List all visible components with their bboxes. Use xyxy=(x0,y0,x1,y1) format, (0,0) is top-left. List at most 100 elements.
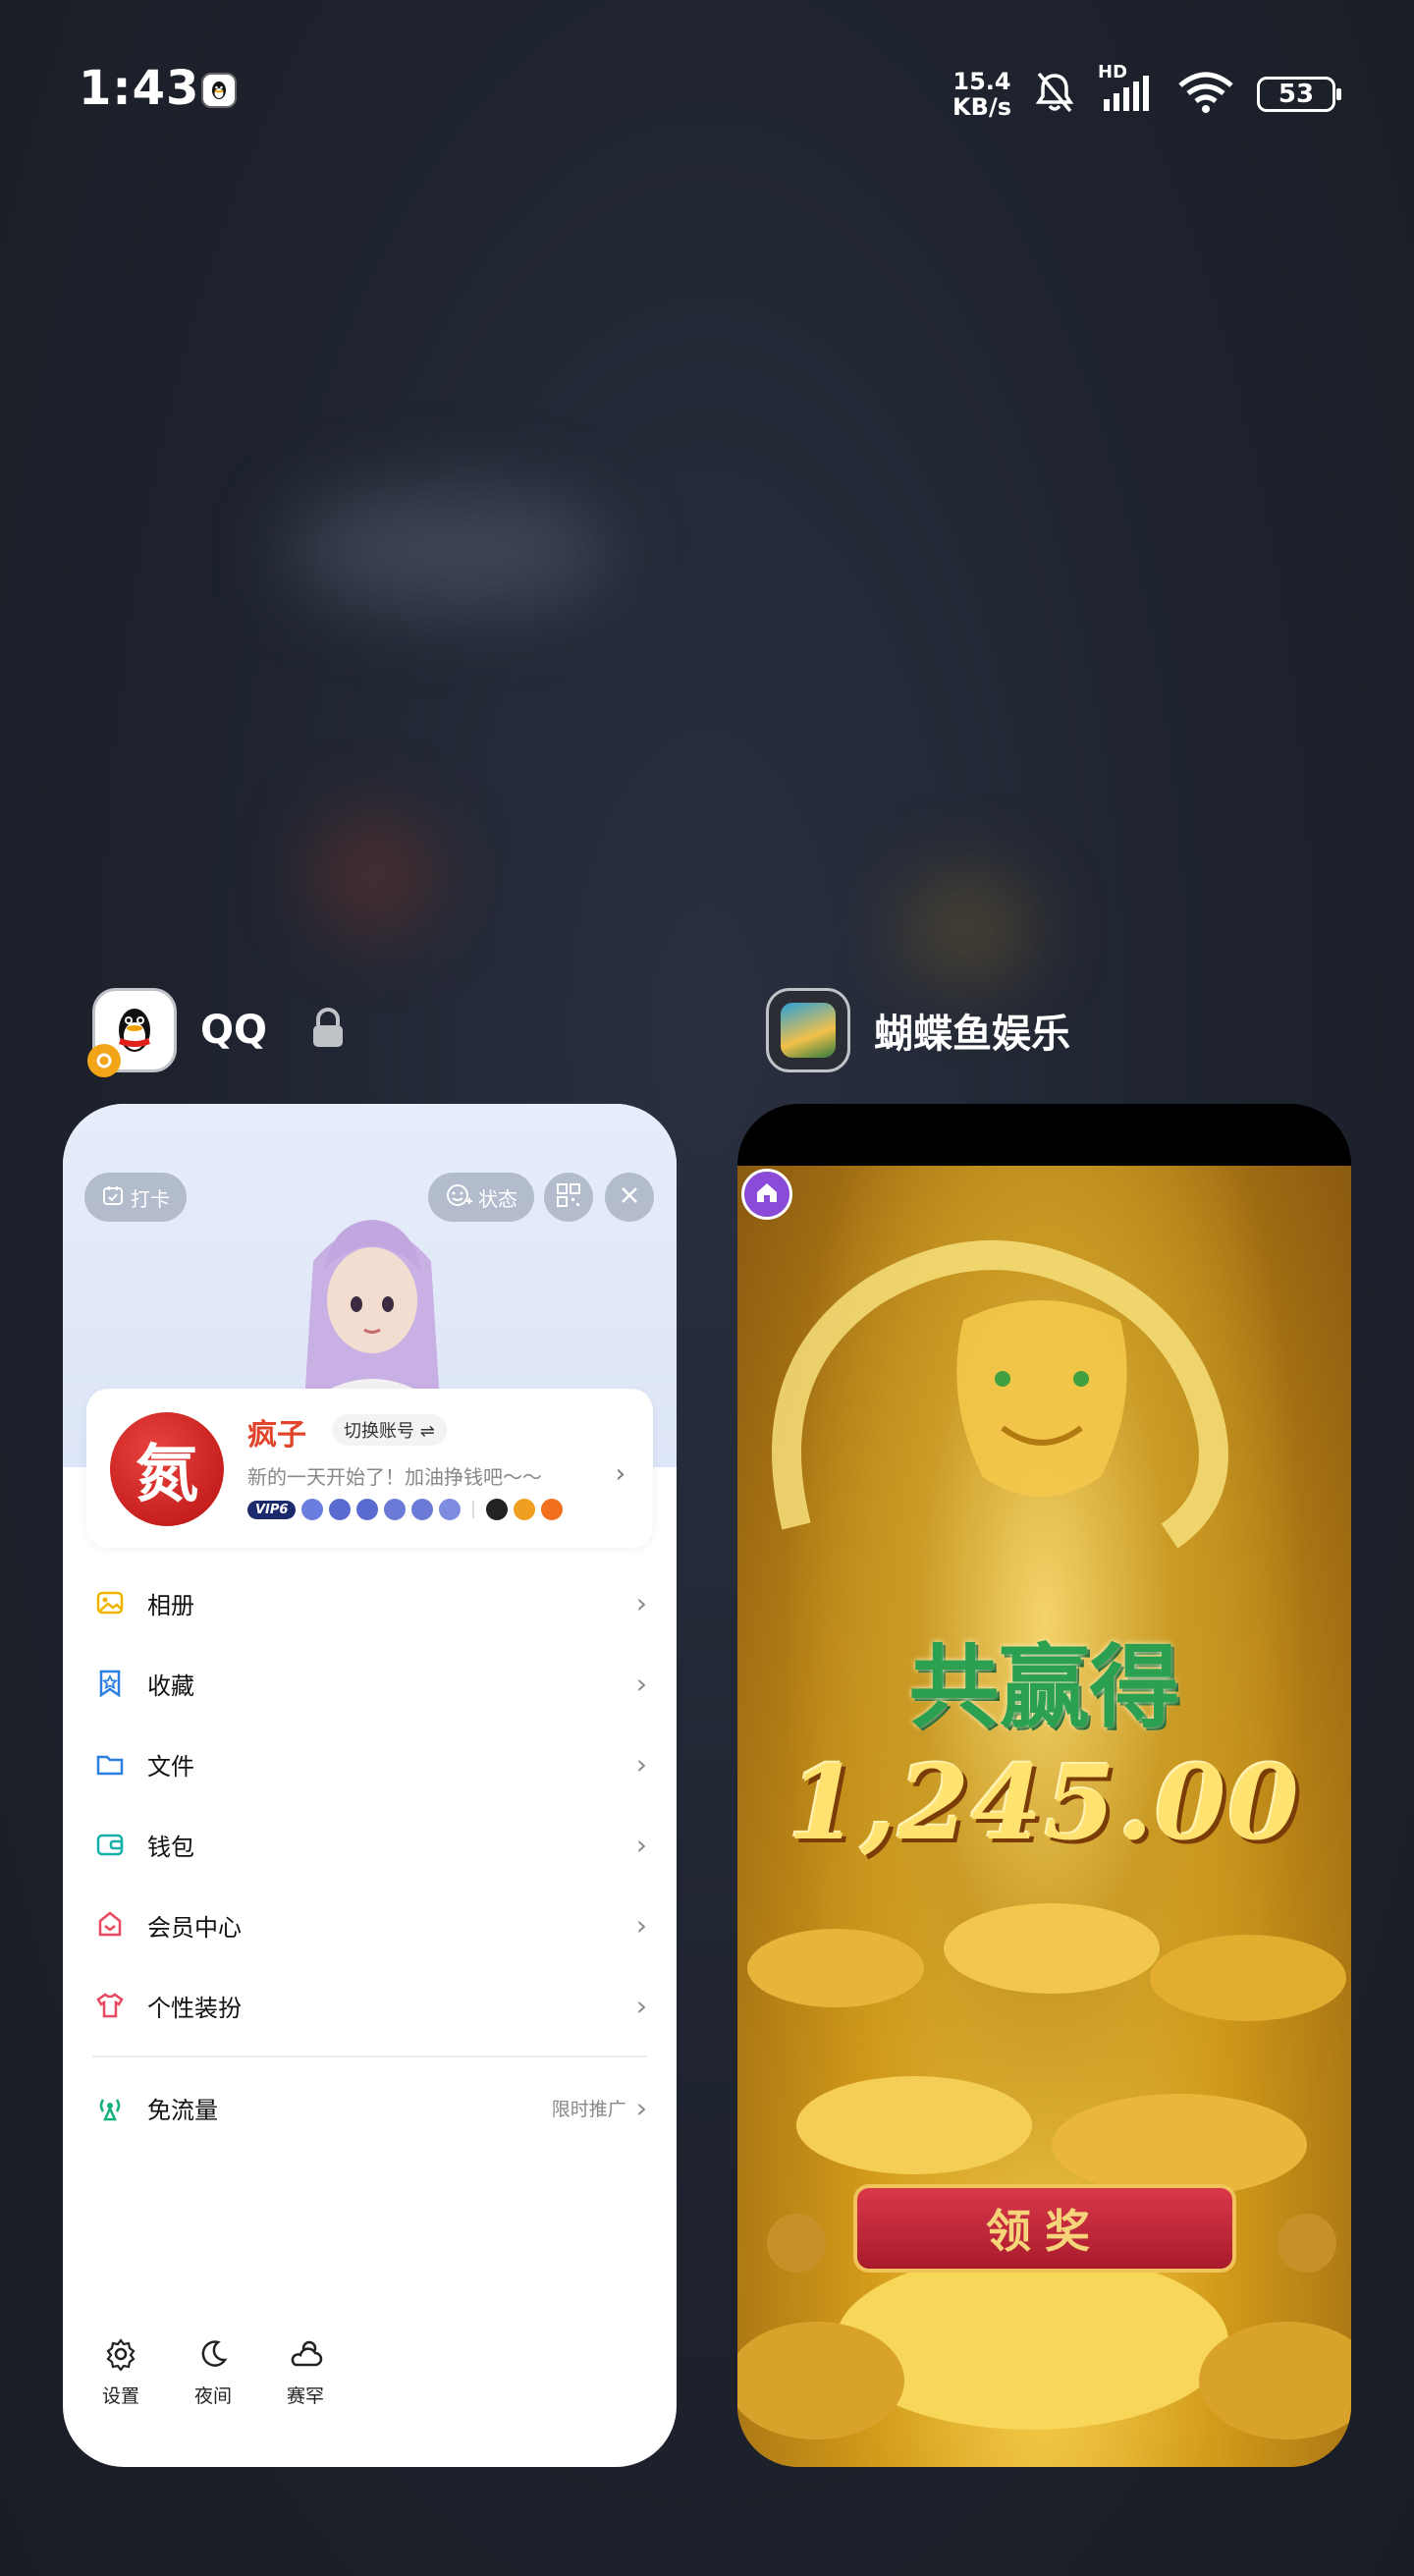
sun-badge-icon xyxy=(329,1499,352,1520)
chevron-right-icon: › xyxy=(635,2091,647,2124)
qr-code-button[interactable] xyxy=(544,1173,593,1222)
app-header-qq[interactable]: QQ xyxy=(87,988,348,1077)
gold-treasure-illustration xyxy=(737,1903,1351,2439)
network-type-label: HD xyxy=(1098,62,1128,82)
chevron-right-icon: › xyxy=(635,1586,647,1619)
bottom-toolbar: 设置 夜间 赛罕 xyxy=(102,2337,324,2408)
win-amount: 1,245.00 xyxy=(788,1742,1301,1863)
menu-item-label: 会员中心 xyxy=(147,1913,242,1942)
home-icon xyxy=(753,1178,781,1210)
moon-badge-icon xyxy=(411,1499,434,1520)
claim-reward-button[interactable]: 领奖 xyxy=(853,2184,1236,2273)
weather-button[interactable]: 赛罕 xyxy=(287,2337,324,2408)
status-bar: 1:43 15.4 KB/s HD 53 xyxy=(0,0,1414,177)
bell-muted-icon xyxy=(1033,70,1076,119)
menu-item-files[interactable]: 文件 › xyxy=(63,1724,677,1804)
avatar[interactable]: 氮 xyxy=(110,1412,224,1526)
weather-icon xyxy=(288,2337,323,2376)
switch-account-button[interactable]: 切换账号 ⇌ xyxy=(332,1414,447,1446)
checkin-label: 打卡 xyxy=(131,1186,170,1211)
status-icons: 15.4 KB/s HD 53 xyxy=(952,62,1341,124)
weather-label: 赛罕 xyxy=(287,2385,325,2407)
chevron-right-icon[interactable]: › xyxy=(616,1459,625,1489)
menu-item-album[interactable]: 相册 › xyxy=(63,1562,677,1643)
menu-item-label: 相册 xyxy=(147,1591,194,1619)
vip-center-icon xyxy=(92,1907,128,1943)
flame-badge-icon xyxy=(541,1499,564,1520)
star-badge-icon xyxy=(439,1499,462,1520)
qq-app-card[interactable]: 打卡 状态 氮 疯子 切换账号 ⇌ 新的一天开始了！加油挣钱吧～～ › VIP6 xyxy=(63,1104,677,2467)
moon-icon xyxy=(196,2337,230,2376)
background-blur-light xyxy=(285,491,609,609)
chevron-right-icon: › xyxy=(635,1667,647,1700)
moon-badge-icon xyxy=(384,1499,407,1520)
app-badge-icon xyxy=(87,1044,121,1077)
badge-divider xyxy=(472,1501,475,1518)
app-name-qq: QQ xyxy=(200,1008,268,1053)
lock-icon[interactable] xyxy=(308,1006,348,1055)
home-button[interactable] xyxy=(741,1169,792,1220)
game-app-icon[interactable] xyxy=(766,988,850,1072)
folder-icon xyxy=(92,1746,128,1781)
menu-item-vip-center[interactable]: 会员中心 › xyxy=(63,1885,677,1965)
battery-indicator: 53 xyxy=(1257,77,1341,112)
signal-icon: HD xyxy=(1098,62,1155,119)
vip-badge: VIP6 xyxy=(247,1500,297,1519)
shirt-icon xyxy=(92,1988,128,2023)
checkin-button[interactable]: 打卡 xyxy=(84,1173,187,1222)
background-blur-yellow xyxy=(903,874,1031,982)
app-name-game: 蝴蝶鱼娱乐 xyxy=(874,1012,1070,1057)
win-title: 共赢得 xyxy=(908,1634,1180,1740)
network-speed-unit: KB/s xyxy=(952,93,1011,121)
profile-card[interactable]: 氮 疯子 切换账号 ⇌ 新的一天开始了！加油挣钱吧～～ › VIP6 xyxy=(86,1389,653,1548)
crown-badge-icon xyxy=(301,1499,324,1520)
qr-code-icon xyxy=(556,1182,581,1213)
profile-name: 疯子 xyxy=(247,1418,306,1452)
network-speed-value: 15.4 xyxy=(952,68,1011,95)
app-header-game[interactable]: 蝴蝶鱼娱乐 xyxy=(766,988,1070,1072)
game-app-card[interactable]: 共赢得 1,245.00 领奖 xyxy=(737,1104,1351,2467)
menu-item-personalize[interactable]: 个性装扮 › xyxy=(63,1965,677,2046)
chevron-right-icon: › xyxy=(635,1828,647,1861)
promo-label: 限时推广 xyxy=(551,2098,626,2120)
qq-penguin-badge-icon xyxy=(486,1499,509,1520)
clock: 1:43 xyxy=(79,61,200,116)
chevron-right-icon: › xyxy=(635,1908,647,1942)
chevron-right-icon: › xyxy=(635,1989,647,2022)
night-mode-button[interactable]: 夜间 xyxy=(194,2337,232,2408)
menu-item-favorites[interactable]: 收藏 › xyxy=(63,1643,677,1724)
qq-app-icon[interactable] xyxy=(87,988,177,1077)
menu-divider xyxy=(92,2055,647,2057)
sun-badge-icon xyxy=(356,1499,379,1520)
broadcast-icon xyxy=(92,2090,128,2125)
album-icon xyxy=(92,1585,128,1620)
menu-item-label: 文件 xyxy=(147,1752,194,1781)
close-icon xyxy=(619,1184,640,1211)
menu-list: 相册 › 收藏 › 文件 › 钱包 › 会员中心 › 个性装扮 › 免流量 限时… xyxy=(63,1562,677,2148)
favorites-icon xyxy=(92,1666,128,1701)
avatar-char: 氮 xyxy=(136,1438,198,1511)
wifi-icon xyxy=(1176,70,1235,119)
gear-icon xyxy=(104,2337,137,2376)
settings-label: 设置 xyxy=(102,2385,140,2407)
qq-notification-icon xyxy=(201,73,237,108)
menu-item-free-data[interactable]: 免流量 限时推广 › xyxy=(63,2067,677,2148)
chevron-right-icon: › xyxy=(635,1747,647,1781)
calendar-check-icon xyxy=(101,1183,125,1212)
night-mode-label: 夜间 xyxy=(194,2385,233,2407)
badge-row[interactable]: VIP6 xyxy=(247,1499,564,1520)
profile-signature: 新的一天开始了！加油挣钱吧～～ xyxy=(247,1465,542,1489)
network-speed: 15.4 KB/s xyxy=(952,69,1011,120)
menu-item-label: 钱包 xyxy=(147,1833,194,1861)
settings-button[interactable]: 设置 xyxy=(102,2337,139,2408)
golden-dragon-illustration xyxy=(772,1240,1228,1549)
penguin-hat-badge-icon xyxy=(514,1499,536,1520)
menu-item-label: 免流量 xyxy=(147,2096,218,2124)
menu-item-label: 个性装扮 xyxy=(147,1994,242,2022)
menu-item-wallet[interactable]: 钱包 › xyxy=(63,1804,677,1885)
close-button[interactable] xyxy=(605,1173,654,1222)
wallet-icon xyxy=(92,1827,128,1862)
background-blur-red xyxy=(314,815,432,933)
battery-level: 53 xyxy=(1278,80,1315,109)
menu-item-label: 收藏 xyxy=(147,1672,194,1700)
